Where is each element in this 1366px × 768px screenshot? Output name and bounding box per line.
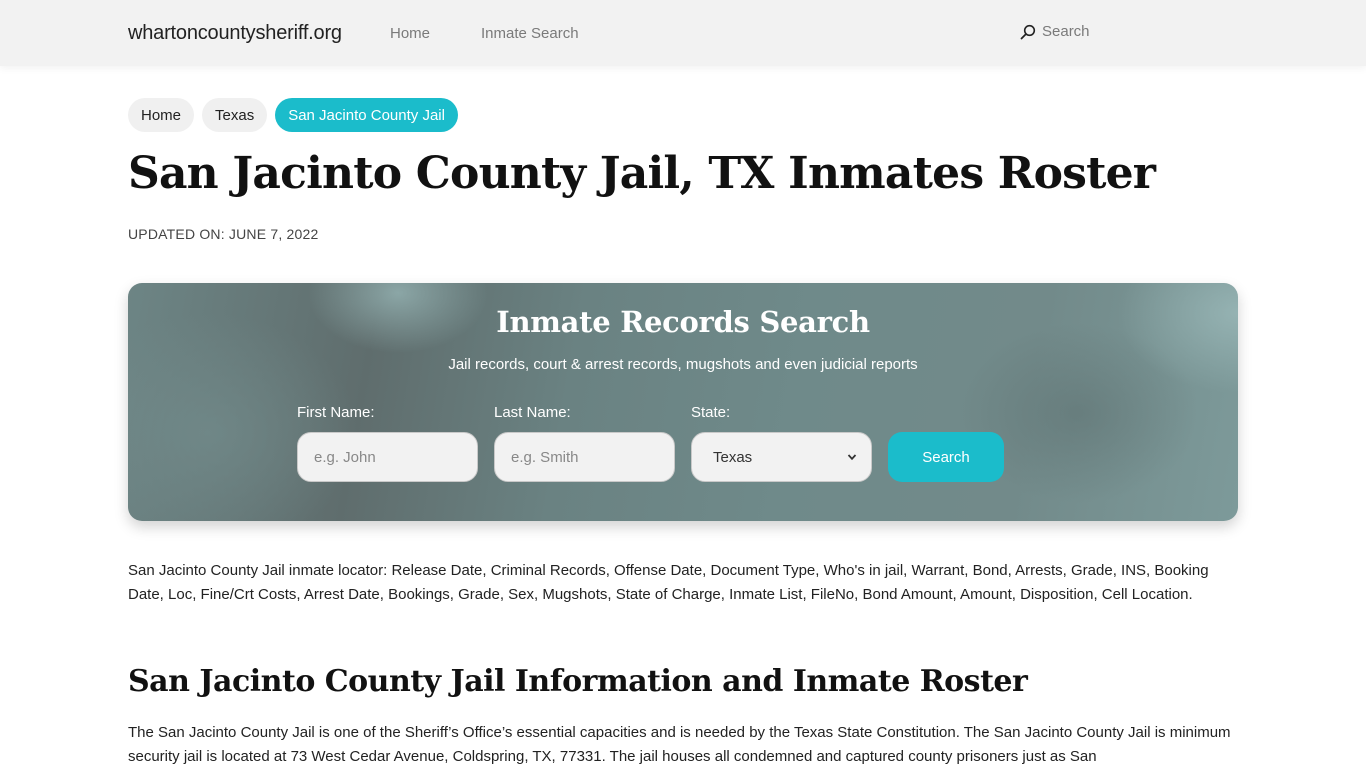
last-name-label: Last Name: [494,404,571,421]
page-title: San Jacinto County Jail, TX Inmates Rost… [128,148,1156,199]
last-name-input[interactable] [494,432,675,482]
breadcrumb-home[interactable]: Home [128,98,195,132]
chevron-down-icon [847,454,857,461]
section-heading: San Jacinto County Jail Information and … [128,664,1028,699]
inmate-search-card: Inmate Records Search Jail records, cour… [128,283,1238,521]
search-card-subtitle: Jail records, court & arrest records, mu… [448,356,918,373]
nav-link-inmate-search[interactable]: Inmate Search [481,25,579,42]
nav-link-home[interactable]: Home [390,25,430,42]
state-label: State: [691,404,731,421]
updated-date: UPDATED ON: JUNE 7, 2022 [128,226,319,242]
first-name-input[interactable] [297,432,478,482]
state-select[interactable]: Texas [691,432,872,482]
nav-search-button[interactable]: Search [1020,23,1090,40]
nav-search-label: Search [1042,23,1090,40]
breadcrumb-current[interactable]: San Jacinto County Jail [275,98,458,132]
breadcrumb: Home Texas San Jacinto County Jail [128,98,458,132]
search-icon [1020,24,1036,39]
state-selected-value: Texas [713,448,753,466]
section-paragraph: The San Jacinto County Jail is one of th… [128,724,1231,765]
search-card-title: Inmate Records Search [496,305,870,339]
breadcrumb-texas[interactable]: Texas [202,98,268,132]
search-submit-button[interactable]: Search [888,432,1004,482]
top-navbar: whartoncountysheriff.org Home Inmate Sea… [0,0,1366,66]
site-brand-link[interactable]: whartoncountysheriff.org [128,22,342,45]
first-name-label: First Name: [297,404,375,421]
intro-paragraph: San Jacinto County Jail inmate locator: … [128,562,1209,603]
